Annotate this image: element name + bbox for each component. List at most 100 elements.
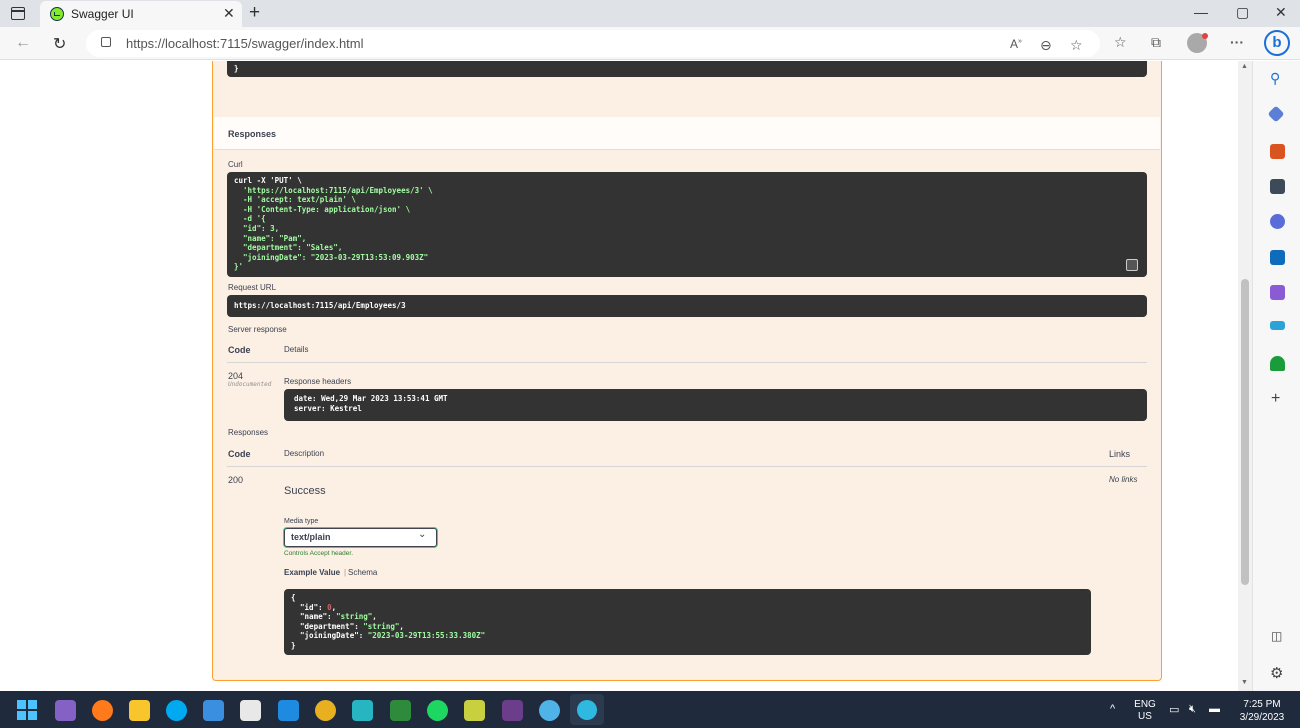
responses-header-title: Responses <box>228 129 277 139</box>
clock-time: 7:25 PM <box>1243 699 1281 710</box>
close-tab-icon[interactable]: ✕ <box>223 5 235 22</box>
pinned-app-icon[interactable] <box>352 700 373 721</box>
curl-line: "id": 3, <box>234 223 280 233</box>
controls-accept-note: Controls Accept header. <box>284 550 354 557</box>
collections-icon[interactable]: ⧉ <box>1151 34 1161 51</box>
file-explorer-icon[interactable] <box>129 700 150 721</box>
shopping-tag-icon[interactable] <box>1267 105 1285 123</box>
request-body-code-tail: } <box>227 61 1147 77</box>
example-value-code: { "id": 0, "name": "string", "department… <box>284 589 1091 655</box>
maximize-button[interactable]: ▢ <box>1236 4 1249 21</box>
response-headers-code: date: Wed,29 Mar 2023 13:53:41 GMT server… <box>284 389 1147 421</box>
chevron-down-icon: ⌄ <box>418 529 427 540</box>
spotify-icon[interactable] <box>427 700 448 721</box>
language-indicator[interactable]: ENG US <box>1132 699 1158 723</box>
example-line: "joiningDate": "2023-03-29T13:55:33.380Z… <box>291 631 486 641</box>
tab-swagger-ui[interactable]: Swagger UI ✕ <box>40 1 242 27</box>
terminal-icon[interactable] <box>502 700 523 721</box>
search-icon[interactable]: ⚲ <box>1270 70 1280 87</box>
url-field[interactable]: https://localhost:7115/swagger/index.htm… <box>86 30 1100 57</box>
designer-icon[interactable] <box>1270 285 1285 300</box>
start-windows-icon[interactable] <box>17 700 38 721</box>
response-headers-label: Response headers <box>284 377 352 386</box>
copy-clipboard-icon[interactable] <box>1126 259 1138 271</box>
responses-description-header: Description <box>284 449 325 458</box>
curl-line: "joiningDate": "2023-03-29T13:53:09.903Z… <box>234 252 429 262</box>
response-description: Success <box>284 485 326 497</box>
chrome-icon[interactable] <box>315 700 336 721</box>
vscode-icon[interactable] <box>278 700 299 721</box>
scrollbar-thumb[interactable] <box>1241 279 1249 585</box>
store-icon[interactable] <box>240 700 261 721</box>
profile-avatar[interactable] <box>1187 33 1208 53</box>
media-type-value: text/plain <box>291 532 331 542</box>
network-icon[interactable]: ▭ <box>1169 703 1179 716</box>
response-header-line: date: Wed,29 Mar 2023 13:53:41 GMT <box>294 394 448 403</box>
curl-line: curl -X 'PUT' \ <box>234 176 302 185</box>
favorites-icon[interactable]: ☆ <box>1114 34 1127 51</box>
mail-icon[interactable] <box>203 700 224 721</box>
close-window-button[interactable]: ✕ <box>1275 4 1287 21</box>
edge-taskbar-active[interactable] <box>570 694 604 725</box>
swagger-favicon-icon <box>50 7 64 21</box>
undocumented-badge: Undocumented <box>228 381 272 388</box>
tray-chevron-icon[interactable]: ^ <box>1110 703 1115 715</box>
lang-line1: ENG <box>1134 699 1156 710</box>
example-line: { <box>291 593 296 602</box>
curl-line: 'https://localhost:7115/api/Employees/3'… <box>234 185 433 195</box>
server-response-code: 204 <box>228 371 244 381</box>
tab-actions-icon[interactable] <box>11 7 25 20</box>
add-favorite-icon[interactable]: ☆ <box>1070 37 1083 54</box>
divider <box>227 362 1147 363</box>
volume-muted-icon[interactable]: 🔇︎ <box>1189 703 1196 716</box>
page-scrollbar[interactable]: ▲ ▼ <box>1238 61 1252 691</box>
tools-icon[interactable] <box>1270 144 1285 159</box>
refresh-icon[interactable]: ↻ <box>53 34 66 54</box>
media-type-select[interactable]: text/plain ⌄ <box>284 528 437 547</box>
visual-studio-icon[interactable] <box>55 700 76 721</box>
firefox-icon[interactable] <box>92 700 113 721</box>
minimize-button[interactable]: — <box>1194 4 1208 20</box>
schema-tab[interactable]: Schema <box>348 568 377 577</box>
lock-icon <box>101 37 111 47</box>
pinned-app-2-icon[interactable] <box>390 700 411 721</box>
clock[interactable]: 7:25 PM 3/29/2023 <box>1232 698 1292 724</box>
curl-line: -H 'Content-Type: application/json' \ <box>234 204 411 214</box>
example-value-tab[interactable]: Example Value <box>284 568 340 577</box>
bing-chat-icon[interactable]: b <box>1264 30 1290 56</box>
microsoft365-icon[interactable] <box>1270 214 1285 229</box>
tree-icon[interactable] <box>1270 356 1285 371</box>
server-response-code-header: Code <box>228 345 251 355</box>
skype-icon[interactable] <box>166 700 187 721</box>
page-viewport: } Responses Curl curl -X 'PUT' \ 'https:… <box>0 61 1238 691</box>
sidebar-pane-icon[interactable]: ◫ <box>1271 629 1282 643</box>
responses-links-header: Links <box>1109 449 1131 459</box>
pinned-app-3-icon[interactable] <box>464 700 485 721</box>
server-response-details-header: Details <box>284 345 309 354</box>
globe-app-icon[interactable] <box>539 700 560 721</box>
back-arrow-icon[interactable]: ← <box>15 34 31 52</box>
address-bar: ← ↻ https://localhost:7115/swagger/index… <box>0 27 1300 60</box>
edge-icon <box>577 700 597 720</box>
example-line: "id": 0, <box>291 602 337 612</box>
games-icon[interactable] <box>1270 179 1285 194</box>
responses-label: Responses <box>228 428 269 437</box>
curl-label: Curl <box>228 160 243 169</box>
example-line: } <box>291 640 296 650</box>
scroll-up-arrow-icon[interactable]: ▲ <box>1241 63 1248 70</box>
outlook-icon[interactable] <box>1270 250 1285 265</box>
example-line: "department": "string", <box>291 621 404 631</box>
more-options-icon[interactable]: ··· <box>1230 34 1244 50</box>
curl-line: -d '{ <box>234 214 266 224</box>
url-text[interactable]: https://localhost:7115/swagger/index.htm… <box>126 36 364 51</box>
drop-icon[interactable] <box>1270 321 1285 330</box>
read-aloud-icon[interactable]: A» <box>1010 37 1022 51</box>
battery-icon[interactable]: ▬ <box>1209 703 1220 715</box>
zoom-icon[interactable]: ⊖ <box>1040 37 1052 54</box>
new-tab-button[interactable]: + <box>249 2 260 24</box>
tab-title: Swagger UI <box>71 7 134 21</box>
add-sidebar-item-icon[interactable]: + <box>1271 390 1280 408</box>
settings-gear-icon[interactable]: ⚙ <box>1270 664 1283 682</box>
responses-code-header: Code <box>228 449 251 459</box>
scroll-down-arrow-icon[interactable]: ▼ <box>1241 679 1248 686</box>
